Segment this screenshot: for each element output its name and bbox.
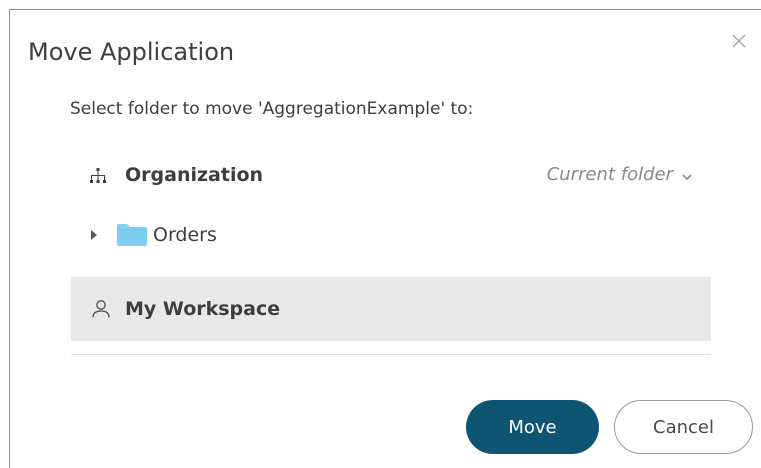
current-folder-label: Current folder: [546, 164, 673, 185]
person-icon: [92, 300, 110, 318]
current-folder-dropdown[interactable]: Current folder: [547, 161, 693, 189]
dialog-title: Move Application: [28, 38, 235, 66]
chevron-down-icon: [682, 173, 692, 180]
tree-row-organization[interactable]: Organization Current folder: [71, 150, 711, 200]
organization-label: Organization: [125, 164, 264, 186]
folder-icon: [117, 224, 147, 246]
dialog-prompt: Select folder to move 'AggregationExampl…: [70, 99, 474, 119]
orders-folder-label[interactable]: Orders: [153, 221, 217, 249]
caret-right-icon[interactable]: [89, 228, 99, 242]
close-icon: [732, 34, 746, 48]
tree-divider: [71, 354, 711, 355]
move-button[interactable]: Move: [466, 400, 599, 454]
my-workspace-label: My Workspace: [125, 298, 281, 320]
cancel-button[interactable]: Cancel: [614, 400, 753, 454]
tree-row-my-workspace[interactable]: My Workspace: [71, 277, 711, 341]
org-hierarchy-icon: [90, 168, 106, 183]
close-button[interactable]: [724, 26, 754, 56]
tree-row-orders[interactable]: Orders: [71, 210, 711, 260]
